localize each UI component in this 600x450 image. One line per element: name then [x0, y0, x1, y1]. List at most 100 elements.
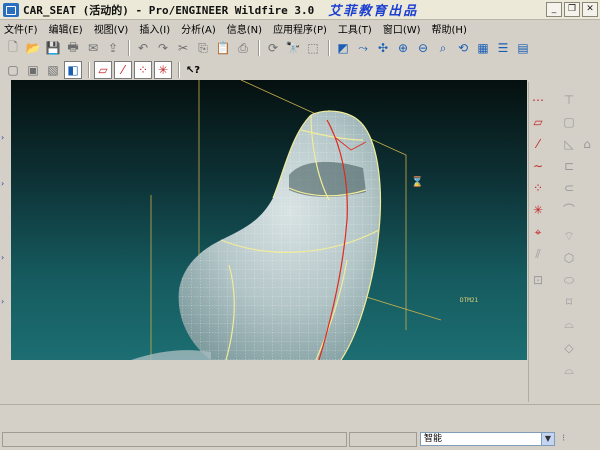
toolbar-separator [328, 40, 330, 56]
selection-filter-value: 智能 [424, 434, 443, 444]
no-hidden-icon[interactable]: ▧ [44, 61, 62, 79]
variable-sweep-icon[interactable]: ◺ [561, 136, 577, 152]
main-toolbar: 🗋 📂 💾 🖶 ✉ ⇪ ↶ ↷ ✂ ⎘ 📋 ⎙ ⟳ 🔭 ⬚ ◩ ⤳ ✣ ⊕ ⊖ … [0, 37, 600, 59]
close-button[interactable]: ✕ [582, 2, 598, 17]
app-icon [3, 2, 19, 17]
reorient-icon[interactable]: ⟲ [454, 39, 472, 57]
datum-point-display-icon[interactable]: ⁘ [134, 61, 152, 79]
email-icon[interactable]: ✉ [84, 39, 102, 57]
datum-plane-icon[interactable]: ▱ [530, 114, 546, 130]
hole-icon[interactable]: ⊂ [561, 180, 577, 196]
menu-info[interactable]: 信息(N) [227, 21, 262, 36]
datum-csys-icon[interactable]: ✳ [530, 202, 546, 218]
menu-bar: 文件(F) 编辑(E) 视图(V) 插入(I) 分析(A) 信息(N) 应用程序… [0, 20, 600, 36]
undo-icon[interactable]: ↶ [134, 39, 152, 57]
trim-icon[interactable]: ⌓ [561, 362, 577, 378]
menu-tools[interactable]: 工具(T) [338, 21, 372, 36]
sketched-datum-icon[interactable]: ⋯ [530, 92, 546, 108]
paste-icon[interactable]: 📋 [214, 39, 232, 57]
cut-icon[interactable]: ✂ [174, 39, 192, 57]
regenerate-icon[interactable]: ⟳ [264, 39, 282, 57]
analysis-feature-icon[interactable]: ⌖ [530, 224, 546, 240]
menu-analysis[interactable]: 分析(A) [181, 21, 216, 36]
restore-button[interactable]: ❐ [564, 2, 580, 17]
zoom-in-icon[interactable]: ⊕ [394, 39, 412, 57]
car-seat-model [131, 80, 442, 360]
boundary-blend-icon[interactable]: ⊏ [561, 158, 577, 174]
left-sash[interactable]: › › › › [0, 82, 9, 402]
draft-icon[interactable]: ⬡ [561, 250, 577, 266]
find-icon[interactable]: 🔭 [284, 39, 302, 57]
paste-special-icon[interactable]: ⎙ [234, 39, 252, 57]
toolbar-separator [128, 40, 130, 56]
extrude-icon[interactable]: ⊤ [561, 92, 577, 108]
title-bar: CAR_SEAT (活动的) - Pro/ENGINEER Wildfire 3… [0, 0, 600, 20]
datum-curve-icon[interactable]: ∼ [530, 158, 546, 174]
menu-applications[interactable]: 应用程序(P) [273, 21, 327, 36]
selection-filter-select[interactable]: 智能 ▼ [420, 432, 555, 446]
message-area [0, 404, 600, 428]
copy-icon[interactable]: ⎘ [194, 39, 212, 57]
hidden-line-icon[interactable]: ▣ [24, 61, 42, 79]
revolve-icon[interactable]: ▢ [561, 114, 577, 130]
placeholder-icon[interactable]: ⊡ [530, 272, 546, 288]
save-icon[interactable]: 💾 [44, 39, 62, 57]
view-manager-icon[interactable]: ▤ [514, 39, 532, 57]
expand-arrow-icon[interactable]: › [1, 134, 7, 142]
expand-arrow-icon[interactable]: › [1, 254, 7, 262]
toolbar-separator [258, 40, 260, 56]
saved-views-icon[interactable]: ▦ [474, 39, 492, 57]
refit-icon[interactable]: ⌕ [434, 39, 452, 57]
watermark-text: 艾菲教育出品 [328, 4, 419, 19]
shading-icon[interactable]: ◧ [64, 61, 82, 79]
round-icon[interactable]: ⌒ [561, 202, 577, 218]
menu-edit[interactable]: 编辑(E) [49, 21, 83, 36]
datum-plane-label: DTM21 [460, 297, 479, 304]
pattern-icon[interactable]: ⌑ [561, 294, 577, 310]
right-toolbar: ⋯ ▱ ⁄ ∼ ⁘ ✳ ⌖ ⫽ ⊡ ⊤ ▢ ◺ ⌂ ⊏ ⊂ ⌒ ⌔ ⬡ ⬭ ⌑ … [528, 82, 600, 402]
menu-window[interactable]: 窗口(W) [383, 21, 421, 36]
select-box-icon[interactable]: ⬚ [304, 39, 322, 57]
shell-icon[interactable]: ⬭ [561, 272, 577, 288]
menu-insert[interactable]: 插入(I) [139, 21, 170, 36]
layers-icon[interactable]: ☰ [494, 39, 512, 57]
print-icon[interactable]: 🖶 [64, 39, 82, 57]
redo-icon[interactable]: ↷ [154, 39, 172, 57]
resize-grip-icon: ⁝ [562, 433, 566, 444]
zoom-out-icon[interactable]: ⊖ [414, 39, 432, 57]
busy-hourglass-icon: ⌛ [411, 177, 424, 188]
csys-display-icon[interactable]: ✳ [154, 61, 172, 79]
menu-help[interactable]: 帮助(H) [432, 21, 467, 36]
wireframe-icon[interactable]: ▢ [4, 61, 22, 79]
minimize-button[interactable]: _ [546, 2, 562, 17]
open-folder-icon[interactable]: 📂 [24, 39, 42, 57]
whats-this-icon[interactable]: ↖? [184, 61, 202, 79]
spin-center-icon[interactable]: ⤳ [354, 39, 372, 57]
datum-plane-display-icon[interactable]: ▱ [94, 61, 112, 79]
merge-icon[interactable]: ◇ [561, 340, 577, 356]
repaint-icon[interactable]: ◩ [334, 39, 352, 57]
mesh-overlay [178, 111, 381, 360]
graphics-window[interactable]: DTM21 [11, 80, 527, 360]
annotation-icon[interactable]: ⫽ [530, 246, 546, 262]
toolbar-separator [88, 62, 90, 78]
datum-axis-icon[interactable]: ⁄ [530, 136, 546, 152]
menu-view[interactable]: 视图(V) [94, 21, 129, 36]
seat-cushion [131, 350, 211, 360]
status-message-cell [2, 432, 347, 447]
window-title: CAR_SEAT (活动的) - Pro/ENGINEER Wildfire 3… [23, 3, 315, 17]
expand-arrow-icon[interactable]: › [1, 298, 7, 306]
mirror-icon[interactable]: ⌓ [561, 316, 577, 332]
toolbar-separator [178, 62, 180, 78]
menu-file[interactable]: 文件(F) [4, 21, 38, 36]
datum-axis-display-icon[interactable]: ⁄ [114, 61, 132, 79]
chevron-down-icon[interactable]: ▼ [541, 433, 554, 445]
blend-icon[interactable]: ⌂ [579, 136, 595, 152]
new-file-icon[interactable]: 🗋 [4, 39, 22, 57]
expand-arrow-icon[interactable]: › [1, 180, 7, 188]
datum-point-icon[interactable]: ⁘ [530, 180, 546, 196]
send-icon[interactable]: ⇪ [104, 39, 122, 57]
chamfer-icon[interactable]: ⌔ [561, 228, 577, 244]
display-toolbar: ▢ ▣ ▧ ◧ ▱ ⁄ ⁘ ✳ ↖? [0, 59, 240, 81]
orient-icon[interactable]: ✣ [374, 39, 392, 57]
